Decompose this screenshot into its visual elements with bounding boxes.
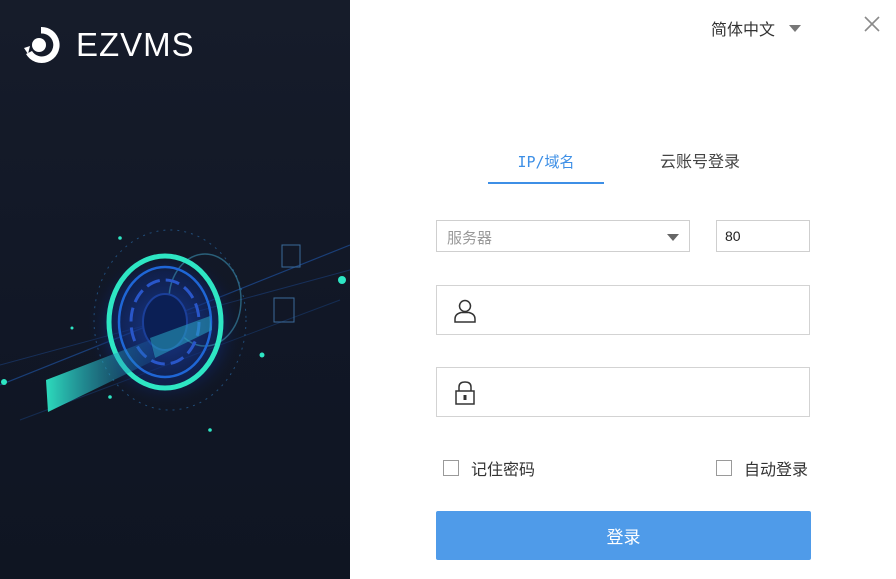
brand-panel: EZVMS — [0, 0, 350, 579]
login-mode-tabs: IP/域名 云账号登录 — [488, 150, 768, 184]
checkbox-box[interactable] — [443, 460, 459, 476]
auto-login-checkbox[interactable]: 自动登录 — [716, 456, 808, 480]
lock-icon — [455, 381, 475, 405]
language-label: 简体中文 — [711, 20, 776, 39]
remember-password-label: 记住密码 — [471, 460, 536, 479]
server-placeholder: 服务器 — [447, 229, 493, 247]
brand-name: EZVMS — [76, 26, 195, 63]
tab-ip-domain[interactable]: IP/域名 — [488, 150, 604, 184]
server-select[interactable]: 服务器 — [436, 220, 690, 252]
close-icon[interactable] — [862, 14, 882, 34]
remember-password-checkbox[interactable]: 记住密码 — [443, 456, 535, 480]
tab-cloud-account[interactable]: 云账号登录 — [660, 150, 750, 182]
user-icon — [454, 299, 476, 323]
auto-login-label: 自动登录 — [744, 460, 809, 479]
port-input[interactable] — [716, 220, 810, 252]
chevron-down-icon — [667, 234, 679, 241]
login-window: EZVMS 简体中文 IP/域名 云账号登录 服务器 80 记住密码 自动登录 … — [0, 0, 896, 579]
language-selector[interactable]: 简体中文 — [711, 16, 802, 40]
brand-logo: EZVMS — [20, 24, 195, 66]
checkbox-box[interactable] — [716, 460, 732, 476]
ezvms-logo-icon — [24, 26, 60, 63]
username-field[interactable] — [436, 285, 810, 335]
hero-illustration — [0, 229, 350, 432]
username-input[interactable] — [489, 294, 803, 328]
chevron-down-icon — [789, 24, 802, 32]
login-button[interactable]: 登录 — [436, 511, 811, 560]
password-field[interactable] — [436, 367, 810, 417]
password-input[interactable] — [489, 376, 803, 410]
